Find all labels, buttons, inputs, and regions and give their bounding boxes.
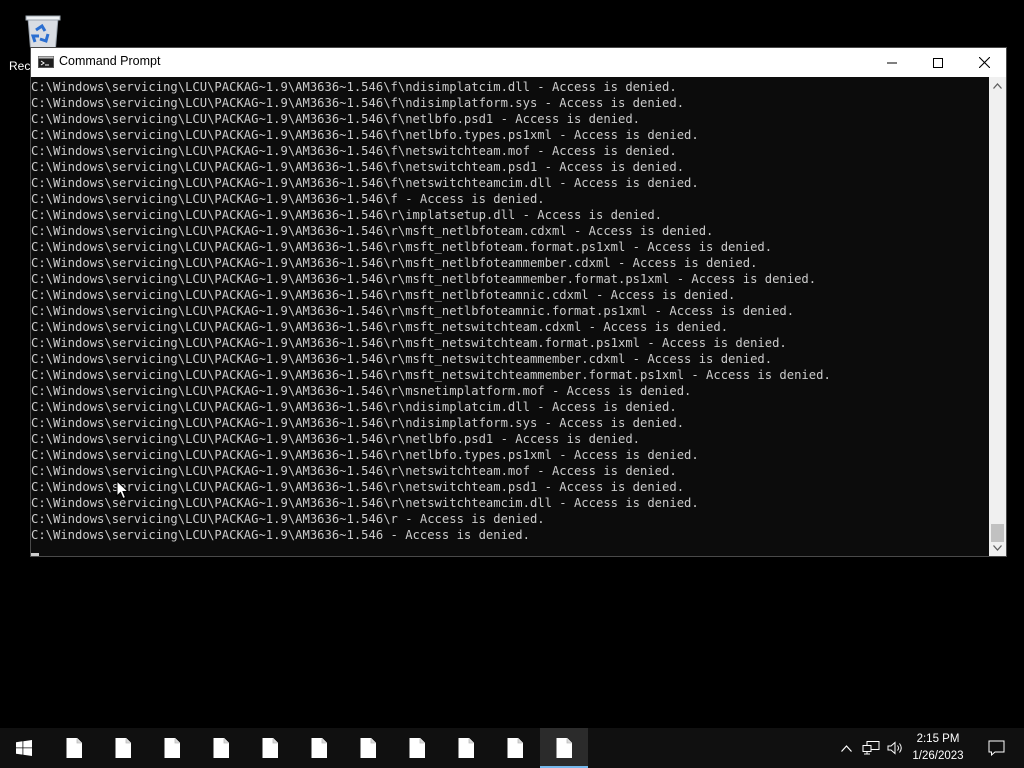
network-icon: [862, 741, 880, 755]
console-line: C:\Windows\servicing\LCU\PACKAG~1.9\AM36…: [31, 288, 736, 302]
document-icon: [262, 738, 278, 758]
title-bar[interactable]: Command Prompt: [31, 48, 1006, 77]
console-line: C:\Windows\servicing\LCU\PACKAG~1.9\AM36…: [31, 480, 685, 494]
console-line: C:\Windows\servicing\LCU\PACKAG~1.9\AM36…: [31, 160, 685, 174]
taskbar-item[interactable]: [197, 728, 245, 768]
window-title: Command Prompt: [59, 54, 161, 68]
console-line: C:\Windows\servicing\LCU\PACKAG~1.9\AM36…: [31, 128, 699, 142]
taskbar-item[interactable]: [442, 728, 490, 768]
console-line: C:\Windows\servicing\LCU\PACKAG~1.9\AM36…: [31, 112, 641, 126]
vertical-scrollbar[interactable]: [989, 77, 1006, 556]
console-line: C:\Windows\servicing\LCU\PACKAG~1.9\AM36…: [31, 384, 692, 398]
chevron-up-icon: [993, 82, 1002, 89]
minimize-button[interactable]: [869, 48, 915, 77]
console-line: C:\Windows\servicing\LCU\PACKAG~1.9\AM36…: [31, 416, 685, 430]
chevron-up-icon: [840, 744, 852, 752]
cmd-icon: [38, 56, 54, 68]
taskbar-item[interactable]: [148, 728, 196, 768]
volume-icon: [887, 741, 902, 755]
action-center-button[interactable]: [976, 728, 1016, 768]
recycle-bin-label: Rec: [9, 59, 31, 73]
taskbar-item[interactable]: [540, 728, 588, 768]
console-output[interactable]: C:\Windows\servicing\LCU\PACKAG~1.9\AM36…: [31, 77, 989, 556]
taskbar-item[interactable]: [393, 728, 441, 768]
console-line: C:\Windows\servicing\LCU\PACKAG~1.9\AM36…: [31, 512, 545, 526]
minimize-icon: [887, 62, 897, 63]
mouse-pointer-icon: [116, 480, 130, 500]
console-line: C:\Windows\servicing\LCU\PACKAG~1.9\AM36…: [31, 432, 641, 446]
scroll-down-button[interactable]: [989, 539, 1006, 556]
console-line: C:\Windows\servicing\LCU\PACKAG~1.9\AM36…: [31, 320, 729, 334]
console-line: C:\Windows\servicing\LCU\PACKAG~1.9\AM36…: [31, 256, 758, 270]
network-button[interactable]: [860, 728, 882, 768]
taskbar-item[interactable]: [295, 728, 343, 768]
console-line: C:\Windows\servicing\LCU\PACKAG~1.9\AM36…: [31, 336, 787, 350]
console-lines: C:\Windows\servicing\LCU\PACKAG~1.9\AM36…: [31, 79, 831, 543]
document-icon: [311, 738, 327, 758]
close-icon: [978, 57, 990, 68]
document-icon: [360, 738, 376, 758]
console-line: C:\Windows\servicing\LCU\PACKAG~1.9\AM36…: [31, 352, 773, 366]
clock-date: 1/26/2023: [912, 750, 964, 762]
document-icon: [66, 738, 82, 758]
scroll-up-button[interactable]: [989, 77, 1006, 94]
document-icon: [458, 738, 474, 758]
document-icon: [409, 738, 425, 758]
console-line: C:\Windows\servicing\LCU\PACKAG~1.9\AM36…: [31, 448, 699, 462]
volume-button[interactable]: [884, 728, 906, 768]
taskbar-item[interactable]: [99, 728, 147, 768]
maximize-icon: [933, 57, 943, 68]
taskbar: 2:15 PM 1/26/2023: [0, 728, 1024, 768]
console-line: C:\Windows\servicing\LCU\PACKAG~1.9\AM36…: [31, 224, 714, 238]
taskbar-item[interactable]: [344, 728, 392, 768]
console-line: C:\Windows\servicing\LCU\PACKAG~1.9\AM36…: [31, 96, 685, 110]
console-line: C:\Windows\servicing\LCU\PACKAG~1.9\AM36…: [31, 176, 699, 190]
action-center-icon: [988, 740, 1004, 756]
close-button[interactable]: [961, 48, 1007, 77]
taskbar-item[interactable]: [246, 728, 294, 768]
console-line: C:\Windows\servicing\LCU\PACKAG~1.9\AM36…: [31, 528, 530, 542]
show-hidden-icons-button[interactable]: [836, 728, 856, 768]
clock-time: 2:15 PM: [916, 733, 960, 745]
document-icon: [213, 738, 229, 758]
console-line: C:\Windows\servicing\LCU\PACKAG~1.9\AM36…: [31, 240, 773, 254]
console-line: C:\Windows\servicing\LCU\PACKAG~1.9\AM36…: [31, 192, 545, 206]
maximize-button[interactable]: [915, 48, 961, 77]
command-prompt-window[interactable]: Command Prompt C:\Windows\servicing\LCU\…: [30, 47, 1007, 557]
console-line: C:\Windows\servicing\LCU\PACKAG~1.9\AM36…: [31, 368, 831, 382]
console-line: C:\Windows\servicing\LCU\PACKAG~1.9\AM36…: [31, 304, 795, 318]
console-line: C:\Windows\servicing\LCU\PACKAG~1.9\AM36…: [31, 464, 677, 478]
console-line: C:\Windows\servicing\LCU\PACKAG~1.9\AM36…: [31, 400, 677, 414]
console-line: C:\Windows\servicing\LCU\PACKAG~1.9\AM36…: [31, 208, 663, 222]
console-line: C:\Windows\servicing\LCU\PACKAG~1.9\AM36…: [31, 496, 699, 510]
taskbar-item[interactable]: [491, 728, 539, 768]
taskbar-item[interactable]: [50, 728, 98, 768]
document-icon: [507, 738, 523, 758]
taskbar-clock[interactable]: 2:15 PM 1/26/2023: [908, 731, 968, 765]
chevron-down-icon: [993, 544, 1002, 551]
console-line: C:\Windows\servicing\LCU\PACKAG~1.9\AM36…: [31, 80, 677, 94]
text-cursor: [31, 553, 39, 556]
document-icon: [556, 738, 572, 758]
windows-start-icon: [16, 740, 32, 756]
console-line: C:\Windows\servicing\LCU\PACKAG~1.9\AM36…: [31, 144, 677, 158]
document-icon: [115, 738, 131, 758]
document-icon: [164, 738, 180, 758]
console-line: C:\Windows\servicing\LCU\PACKAG~1.9\AM36…: [31, 272, 817, 286]
start-button[interactable]: [0, 728, 48, 768]
